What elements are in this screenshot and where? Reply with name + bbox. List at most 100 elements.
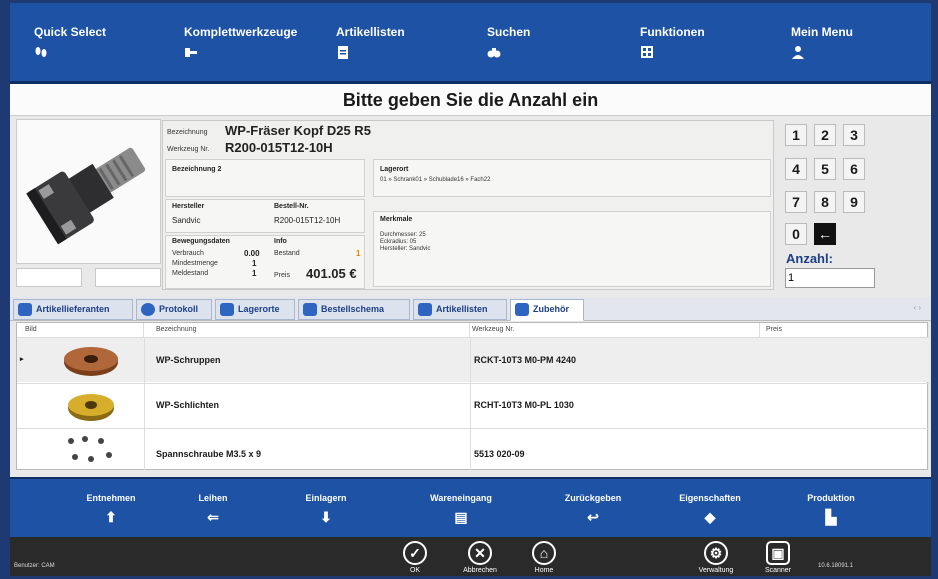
accessories-icon bbox=[515, 303, 529, 316]
key-9[interactable]: 9 bbox=[843, 191, 865, 213]
meldestand-value: 1 bbox=[252, 269, 257, 278]
action-label: Eigenschaften bbox=[679, 493, 741, 503]
history-icon bbox=[141, 303, 155, 316]
factory-icon: ▙ bbox=[825, 509, 837, 525]
bezeichnung2-panel: Bezeichnung 2 bbox=[165, 159, 365, 197]
verwaltung-button[interactable]: ⚙ Verwaltung bbox=[686, 541, 746, 574]
key-1[interactable]: 1 bbox=[785, 124, 807, 146]
page-title: Bitte geben Sie die Anzahl ein bbox=[10, 84, 931, 116]
cancel-icon: ✕ bbox=[468, 541, 492, 565]
scanner-button[interactable]: ▣ Scanner bbox=[748, 541, 808, 574]
key-0[interactable]: 0 bbox=[785, 223, 807, 245]
tab-label: Artikellieferanten bbox=[36, 304, 110, 314]
bestellnr-value: R200-015T12-10H bbox=[274, 216, 341, 225]
info-label: Info bbox=[274, 238, 287, 245]
action-bar: Entnehmen ⬆ Leihen ⇐ Einlagern ⬇ Wareneinga… bbox=[10, 477, 931, 537]
action-label: Wareneingang bbox=[430, 493, 492, 503]
table-row[interactable]: WP-Schlichten RCHT-10T3 M0-PL 1030 bbox=[17, 383, 929, 427]
werkzeug-label: Werkzeug Nr. bbox=[167, 146, 210, 153]
key-3[interactable]: 3 bbox=[843, 124, 865, 146]
product-image bbox=[16, 119, 161, 264]
merkmal-item: Durchmesser: 25 bbox=[380, 232, 426, 238]
top-navigation: Quick Select Komplettwerkzeuge Artikelli… bbox=[10, 3, 931, 84]
action-label: Einlagern bbox=[305, 493, 347, 503]
nav-label: Quick Select bbox=[34, 25, 107, 39]
nav-suchen[interactable]: Suchen bbox=[487, 25, 530, 59]
tab-scroll-arrows[interactable]: ‹ › bbox=[913, 303, 921, 312]
cancel-button[interactable]: ✕ Abbrechen bbox=[450, 541, 510, 574]
number-keypad: 1 2 3 4 5 6 7 8 9 0 ← Anzahl: bbox=[780, 120, 890, 290]
button-label: OK bbox=[409, 567, 421, 574]
footer-bar: Benutzer: CAM ✓ OK ✕ Abbrechen ⌂ Home ⚙ Verw… bbox=[10, 537, 931, 576]
nav-label: Funktionen bbox=[640, 25, 705, 39]
nav-mein-menu[interactable]: Mein Menu bbox=[791, 25, 853, 59]
clipboard-icon bbox=[418, 303, 432, 316]
tab-label: Artikellisten bbox=[436, 304, 488, 314]
tab-protokoll[interactable]: Protokoll bbox=[136, 299, 212, 320]
backspace-key[interactable]: ← bbox=[814, 223, 836, 245]
col-header-bezeichnung[interactable]: Bezeichnung bbox=[144, 323, 470, 337]
calculator-icon bbox=[641, 46, 653, 58]
user-icon bbox=[792, 46, 804, 59]
merkmale-panel: Merkmale Durchmesser: 25 Eckradius: 05 H… bbox=[373, 211, 771, 287]
round-insert-gold-image bbox=[68, 394, 114, 421]
table-row[interactable]: Spannschraube M3.5 x 9 5513 020-09 bbox=[17, 428, 929, 470]
bezeichnung2-label: Bezeichnung 2 bbox=[172, 166, 222, 173]
action-produktion[interactable]: Produktion ▙ bbox=[771, 493, 891, 524]
action-wareneingang[interactable]: Wareneingang ▤ bbox=[401, 493, 521, 524]
action-label: Produktion bbox=[807, 493, 855, 503]
bezeichnung-label: Bezeichnung bbox=[167, 129, 208, 136]
nav-komplettwerkzeuge[interactable]: Komplettwerkzeuge bbox=[184, 25, 297, 59]
location-icon bbox=[220, 303, 234, 316]
tab-bestellschema[interactable]: Bestellschema bbox=[298, 299, 410, 320]
col-header-preis[interactable]: Preis bbox=[760, 323, 929, 337]
nav-quick-select[interactable]: Quick Select bbox=[34, 25, 106, 59]
nav-artikellisten[interactable]: Artikellisten bbox=[336, 25, 405, 59]
check-icon: ✓ bbox=[403, 541, 427, 565]
article-name: WP-Fräser Kopf D25 R5 bbox=[225, 123, 371, 138]
action-zurueckgeben[interactable]: Zurückgeben ↩ bbox=[533, 493, 653, 524]
app-window: Quick Select Komplettwerkzeuge Artikelli… bbox=[10, 3, 931, 576]
table-row[interactable]: ▸ WP-Schruppen RCKT-10T3 M0-PM 4240 bbox=[17, 337, 929, 382]
key-7[interactable]: 7 bbox=[785, 191, 807, 213]
nav-funktionen[interactable]: Funktionen bbox=[640, 25, 705, 59]
row-number: 5513 020-09 bbox=[474, 449, 525, 459]
action-eigenschaften[interactable]: Eigenschaften ◆ bbox=[650, 493, 770, 524]
tab-lagerorte[interactable]: Lagerorte bbox=[215, 299, 295, 320]
anzahl-label: Anzahl: bbox=[786, 251, 833, 266]
meldestand-label: Meldestand bbox=[172, 270, 209, 277]
row-selector-icon: ▸ bbox=[20, 356, 24, 363]
lagerort-value: 01 » Schrank01 » Schublade16 » Fach22 bbox=[380, 177, 491, 183]
home-button[interactable]: ⌂ Home bbox=[514, 541, 574, 574]
key-8[interactable]: 8 bbox=[814, 191, 836, 213]
key-2[interactable]: 2 bbox=[814, 124, 836, 146]
row-name: Spannschraube M3.5 x 9 bbox=[156, 449, 262, 459]
action-leihen[interactable]: Leihen ⇐ bbox=[153, 493, 273, 524]
merkmal-item: Hersteller: Sandvic bbox=[380, 246, 431, 252]
tab-artikellieferanten[interactable]: Artikellieferanten bbox=[13, 299, 133, 320]
tab-artikellisten[interactable]: Artikellisten bbox=[413, 299, 507, 320]
hersteller-panel: Hersteller Sandvic Bestell-Nr. R200-015T… bbox=[165, 199, 365, 233]
button-label: Home bbox=[534, 567, 554, 574]
tab-zubehoer[interactable]: Zubehör bbox=[510, 299, 584, 321]
key-5[interactable]: 5 bbox=[814, 158, 836, 180]
download-tray-icon: ⬇ bbox=[320, 509, 332, 525]
hersteller-value: Sandvic bbox=[172, 216, 201, 225]
verbrauch-label: Verbrauch bbox=[172, 250, 204, 257]
detail-tabs: Artikellieferanten Protokoll Lagerorte B… bbox=[10, 297, 931, 321]
admin-icon: ⚙ bbox=[704, 541, 728, 565]
row-name: WP-Schruppen bbox=[156, 355, 221, 365]
nav-label: Mein Menu bbox=[791, 25, 853, 39]
anzahl-input[interactable] bbox=[785, 268, 875, 288]
milling-head-image bbox=[17, 120, 160, 263]
goods-receipt-icon: ▤ bbox=[454, 509, 468, 525]
col-header-werkzeug[interactable]: Werkzeug Nr. bbox=[470, 323, 760, 337]
action-einlagern[interactable]: Einlagern ⬇ bbox=[266, 493, 386, 524]
ok-button[interactable]: ✓ OK bbox=[385, 541, 445, 574]
col-header-bild[interactable]: Bild bbox=[17, 323, 144, 337]
merkmal-item: Eckradius: 05 bbox=[380, 239, 417, 245]
key-6[interactable]: 6 bbox=[843, 158, 865, 180]
bestellnr-label: Bestell-Nr. bbox=[274, 203, 309, 210]
nav-label: Komplettwerkzeuge bbox=[184, 25, 298, 39]
key-4[interactable]: 4 bbox=[785, 158, 807, 180]
